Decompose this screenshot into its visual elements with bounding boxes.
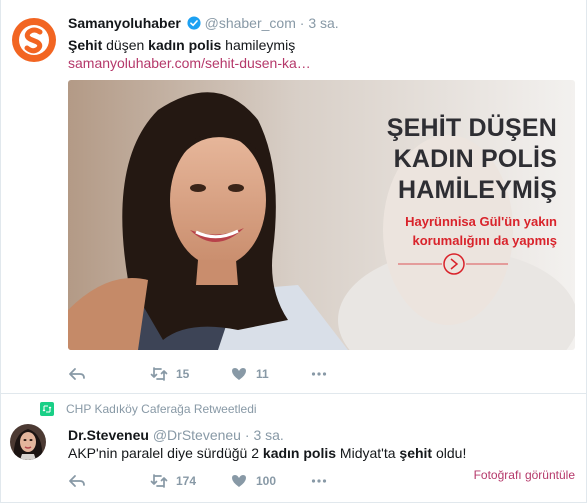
tweet-header: Samanyoluhaber @shaber_com · 3 sa.	[68, 14, 339, 32]
card-subtitle-line-1: Hayrünnisa Gül'ün yakın	[405, 214, 557, 229]
reply-icon	[69, 368, 85, 380]
separator: ·	[244, 427, 250, 443]
retweet-context-text: CHP Kadıköy Caferağa Retweetledi	[66, 402, 257, 416]
like-icon	[232, 368, 246, 380]
card-headline-line-1: ŞEHİT DÜŞEN	[386, 114, 557, 142]
user-handle[interactable]: @shaber_com	[205, 15, 296, 31]
more-button[interactable]	[310, 364, 328, 384]
like-button[interactable]: 100	[230, 471, 276, 491]
user-handle[interactable]: @DrSteveneu	[153, 427, 241, 443]
tweet-actions: 15 11	[68, 364, 568, 384]
tweet-text-part: Midyat'ta	[336, 445, 400, 461]
verified-icon	[187, 16, 201, 30]
card-subtitle-line-2: korumalığını da yapmış	[412, 233, 558, 248]
timestamp[interactable]: 3 sa.	[253, 427, 283, 443]
retweet-button[interactable]: 15	[150, 364, 189, 384]
retweet-count: 15	[176, 367, 190, 381]
like-button[interactable]: 11	[230, 364, 269, 384]
more-icon	[311, 372, 327, 376]
tweet-text-bold: kadın polis	[148, 37, 222, 53]
like-count: 100	[256, 474, 277, 488]
display-name[interactable]: Samanyoluhaber	[68, 15, 181, 31]
timestamp[interactable]: 3 sa.	[308, 15, 338, 31]
tweet-text-bold: kadın polis	[262, 445, 337, 461]
tweet-samanyoluhaber[interactable]: Samanyoluhaber @shaber_com · 3 sa. Şehit…	[0, 0, 587, 394]
reply-button[interactable]	[68, 364, 86, 384]
retweet-icon	[150, 474, 168, 488]
retweet-button[interactable]: 174	[150, 471, 196, 491]
retweet-badge-icon	[40, 402, 54, 416]
tweet-text-part: düşen	[102, 37, 149, 53]
avatar-samanyoluhaber[interactable]	[10, 16, 58, 64]
like-icon	[232, 475, 246, 487]
card-headline-line-2: KADIN POLİS	[393, 145, 557, 173]
tweet-text-bold: şehit	[399, 445, 433, 461]
tweet-actions: 174 100	[68, 471, 448, 491]
card-headline-line-3: HAMİLEYMİŞ	[398, 176, 557, 204]
avatar-drsteveneu[interactable]	[10, 424, 46, 460]
tweet-text: Şehit düşen kadın polis hamileymiş	[68, 36, 295, 54]
retweet-context[interactable]: CHP Kadıköy Caferağa Retweetledi	[40, 402, 257, 416]
like-count: 11	[256, 367, 269, 381]
more-icon	[311, 479, 327, 483]
view-photo-link[interactable]: Fotoğrafı görüntüle	[474, 468, 575, 482]
tweet-link[interactable]: samanyoluhaber.com/sehit-dusen-ka…	[68, 54, 311, 72]
tweet-text: AKP'nin paralel diye sürdüğü 2 kadın pol…	[68, 444, 466, 462]
tweet-header: Dr.Steveneu @DrSteveneu · 3 sa.	[68, 426, 284, 444]
display-name[interactable]: Dr.Steveneu	[68, 427, 149, 443]
reply-icon	[69, 475, 85, 487]
hashtag-text: Şehit	[68, 37, 103, 53]
tweet-text-part: AKP'nin paralel diye sürdüğü 2	[68, 445, 263, 461]
retweet-count: 174	[176, 474, 197, 488]
retweet-icon	[150, 367, 168, 381]
reply-button[interactable]	[68, 471, 86, 491]
separator: ·	[299, 15, 305, 31]
tweet-text-part: hamileymiş	[221, 37, 296, 53]
tweet-text-part: oldu!	[432, 445, 467, 461]
link-card[interactable]: ŞEHİT DÜŞEN KADIN POLİS HAMİLEYMİŞ Hayrü…	[68, 80, 575, 350]
more-button[interactable]	[310, 471, 328, 491]
